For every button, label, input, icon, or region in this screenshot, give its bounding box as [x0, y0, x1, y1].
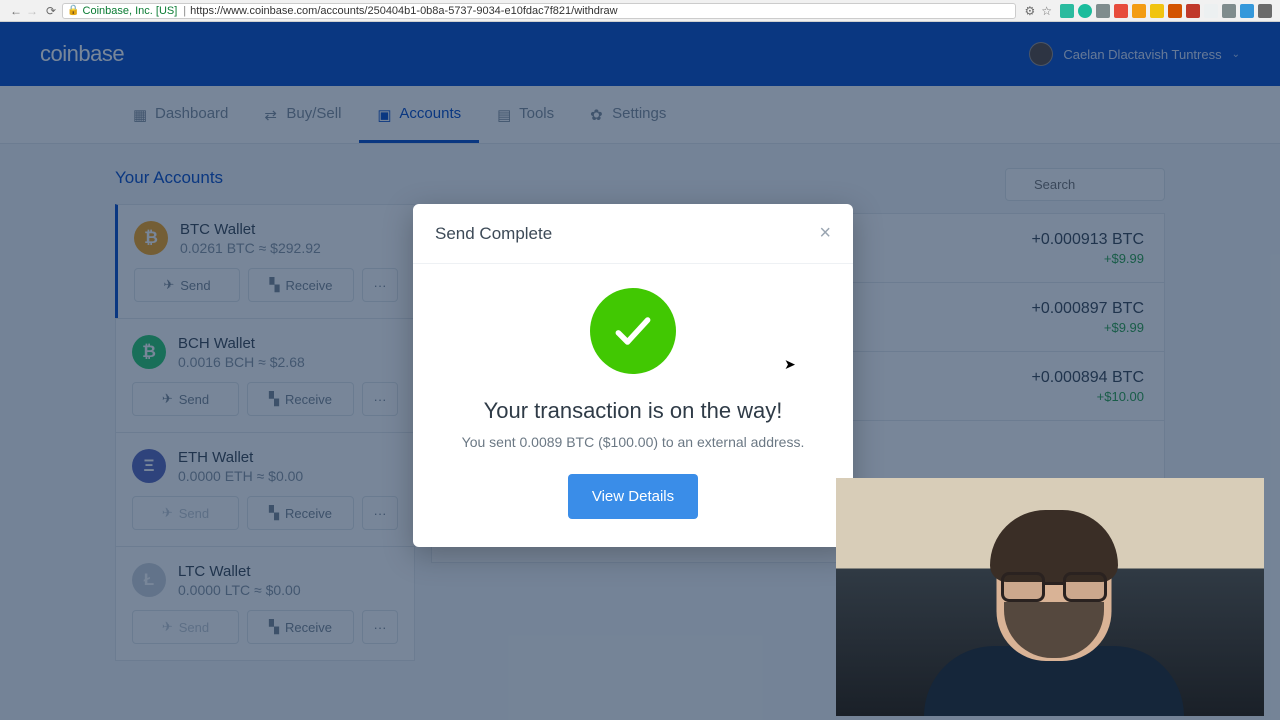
cert-company: Coinbase, Inc. [US] [83, 5, 178, 17]
cursor-icon: ➤ [784, 356, 796, 373]
checkmark-icon [590, 288, 676, 374]
star-icon[interactable]: ☆ [1041, 4, 1052, 18]
lock-icon: 🔒 [67, 5, 79, 16]
webcam-overlay [836, 478, 1264, 716]
extension-icons [1060, 4, 1272, 18]
modal-title: Send Complete [435, 224, 552, 244]
close-icon[interactable]: × [819, 222, 831, 245]
modal-body-text: You sent 0.0089 BTC ($100.00) to an exte… [443, 434, 823, 450]
url-bar[interactable]: 🔒 Coinbase, Inc. [US] | https://www.coin… [62, 3, 1016, 19]
translate-icon[interactable]: ⚙ [1024, 4, 1035, 18]
forward-icon[interactable]: → [24, 4, 40, 18]
back-icon[interactable]: ← [8, 4, 24, 18]
send-complete-modal: Send Complete × Your transaction is on t… [413, 204, 853, 547]
modal-heading: Your transaction is on the way! [443, 398, 823, 424]
reload-icon[interactable]: ⟳ [46, 4, 56, 18]
view-details-button[interactable]: View Details [568, 474, 698, 519]
url-text: https://www.coinbase.com/accounts/250404… [190, 5, 617, 17]
browser-chrome: ← → ⟳ 🔒 Coinbase, Inc. [US] | https://ww… [0, 0, 1280, 22]
